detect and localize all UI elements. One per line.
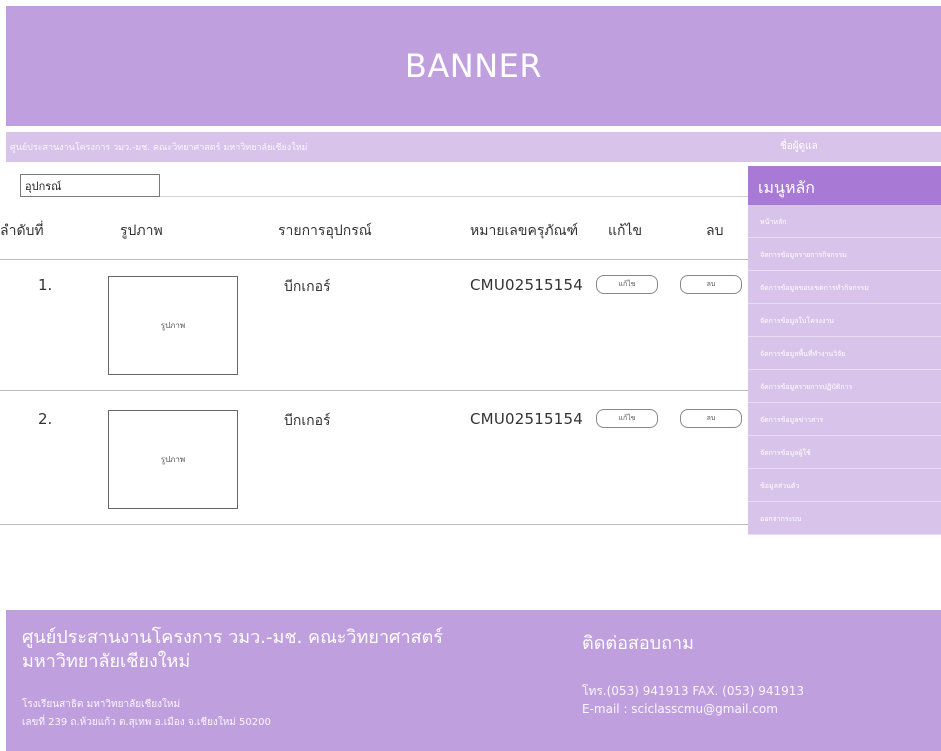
main-content: ลำดับที่ รูปภาพ รายการอุปกรณ์ หมายเลขครุ… xyxy=(0,166,748,610)
menu-item-logout[interactable]: ออกจากระบบ xyxy=(748,502,941,535)
equipment-image: รูปภาพ xyxy=(108,410,238,509)
edit-button[interactable]: แก้ไข xyxy=(596,275,658,294)
contact-email[interactable]: E-mail : sciclasscmu@gmail.com xyxy=(582,700,804,718)
contact-title: ติดต่อสอบถาม xyxy=(582,633,694,654)
delete-button[interactable]: ลบ xyxy=(680,409,742,428)
table-row: 2. รูปภาพ บีกเกอร์ CMU02515154 แก้ไข ลบ xyxy=(0,396,748,526)
search-input[interactable] xyxy=(20,174,160,197)
menu-item-research-areas[interactable]: จัดการข้อมูลพื้นที่ทำงานวิจัย xyxy=(748,337,941,370)
footer-address: โรงเรียนสาธิต มหาวิทยาลัยเชียงใหม่ เลขที… xyxy=(22,696,271,732)
row-index: 2. xyxy=(38,410,53,428)
delete-button[interactable]: ลบ xyxy=(680,275,742,294)
address-line: เลขที่ 239 ถ.ห้วยแก้ว ต.สุเทพ อ.เมือง จ.… xyxy=(22,717,271,728)
banner: BANNER xyxy=(6,6,941,126)
header-asset-number: หมายเลขครุภัณฑ์ xyxy=(470,223,579,239)
header-edit: แก้ไข xyxy=(608,223,643,239)
menu-item-users[interactable]: จัดการข้อมูลผู้ใช้ xyxy=(748,436,941,469)
divider xyxy=(0,524,748,525)
header-index: ลำดับที่ xyxy=(0,223,44,239)
address-line: โรงเรียนสาธิต มหาวิทยาลัยเชียงใหม่ xyxy=(22,699,181,710)
table-row: 1. รูปภาพ บีกเกอร์ CMU02515154 แก้ไข ลบ xyxy=(0,262,748,392)
header-image: รูปภาพ xyxy=(120,223,163,239)
menu-item-project-sheets[interactable]: จัดการข้อมูลใบโครงงาน xyxy=(748,304,941,337)
menu-item-home[interactable]: หน้าหลัก xyxy=(748,205,941,238)
menu-item-activity-scope[interactable]: จัดการข้อมูลขอบเขตการทำกิจกรรม xyxy=(748,271,941,304)
contact-info: โทร.(053) 941913 FAX. (053) 941913 E-mai… xyxy=(582,682,804,718)
footer-title-line: มหาวิทยาลัยเชียงใหม่ xyxy=(22,651,191,672)
menu-item-profile[interactable]: ข้อมูลส่วนตัว xyxy=(748,469,941,502)
organization-name: ศูนย์ประสานงานโครงการ วมว.-มช. คณะวิทยาศ… xyxy=(10,143,308,153)
footer: ศูนย์ประสานงานโครงการ วมว.-มช. คณะวิทยาศ… xyxy=(6,610,941,751)
footer-title-line: ศูนย์ประสานงานโครงการ วมว.-มช. คณะวิทยาศ… xyxy=(22,627,443,648)
header-delete: ลบ xyxy=(706,223,724,239)
equipment-name: บีกเกอร์ xyxy=(284,279,331,295)
divider xyxy=(0,259,748,260)
menu-item-activities[interactable]: จัดการข้อมูลรายการกิจกรรม xyxy=(748,238,941,271)
image-placeholder-label: รูปภาพ xyxy=(160,455,186,464)
contact-phone: โทร.(053) 941913 FAX. (053) 941913 xyxy=(582,684,805,698)
equipment-image: รูปภาพ xyxy=(108,276,238,375)
header-equipment: รายการอุปกรณ์ xyxy=(278,223,372,239)
main-menu-sidebar: เมนูหลัก หน้าหลัก จัดการข้อมูลรายการกิจก… xyxy=(748,166,941,604)
divider xyxy=(160,196,748,197)
footer-title: ศูนย์ประสานงานโครงการ วมว.-มช. คณะวิทยาศ… xyxy=(22,626,562,674)
asset-number: CMU02515154 xyxy=(470,410,583,428)
menu-item-lab-sessions[interactable]: จัดการข้อมูลรายการปฏิบัติการ xyxy=(748,370,941,403)
row-index: 1. xyxy=(38,276,53,294)
sub-header-bar: ศูนย์ประสานงานโครงการ วมว.-มช. คณะวิทยาศ… xyxy=(6,132,941,162)
image-placeholder-label: รูปภาพ xyxy=(160,321,186,330)
menu-title: เมนูหลัก xyxy=(748,166,941,205)
equipment-name: บีกเกอร์ xyxy=(284,413,331,429)
asset-number: CMU02515154 xyxy=(470,276,583,294)
edit-button[interactable]: แก้ไข xyxy=(596,409,658,428)
divider xyxy=(0,390,748,391)
banner-text: BANNER xyxy=(404,47,543,85)
admin-name-link[interactable]: ชื่อผู้ดูแล xyxy=(780,139,818,154)
menu-item-news[interactable]: จัดการข้อมูลข่าวสาร xyxy=(748,403,941,436)
